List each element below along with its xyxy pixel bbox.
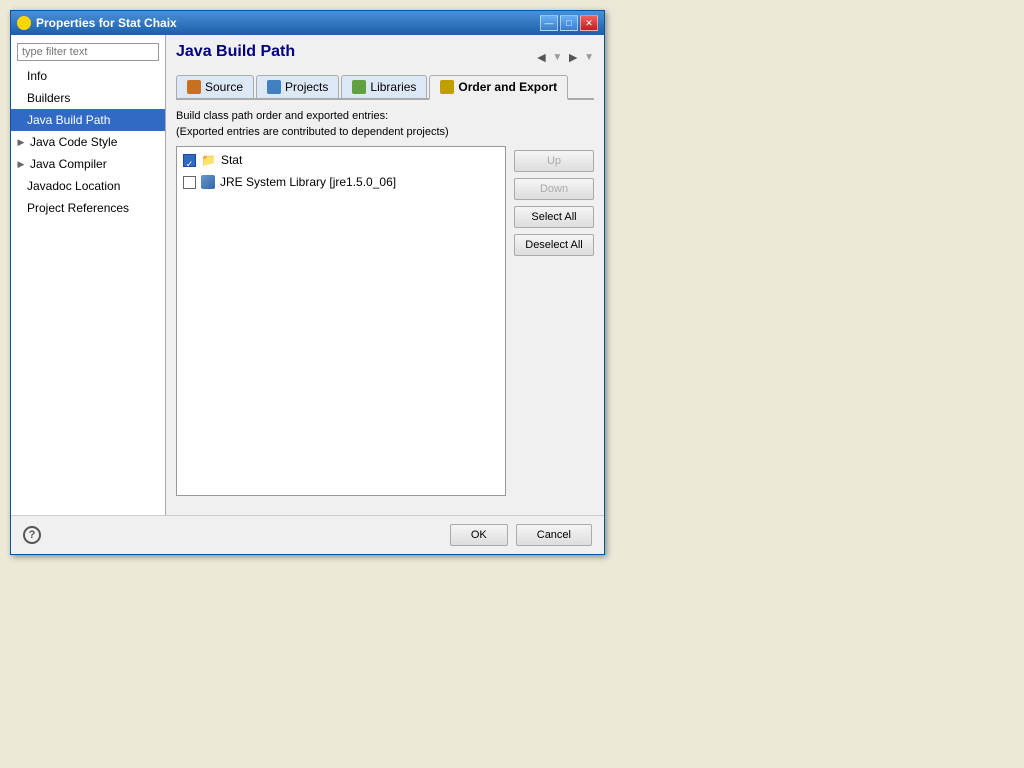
window-icon [17,16,31,30]
description: Build class path order and exported entr… [176,108,594,140]
tab-order-and-export[interactable]: Order and Export [429,75,568,100]
tab-source[interactable]: Source [176,75,254,98]
content-panel: Java Build Path ◄ ▼ ► ▼ Source Projects [166,35,604,515]
sidebar-item-builders[interactable]: Builders [11,87,165,109]
description-line1: Build class path order and exported entr… [176,108,594,124]
tab-projects[interactable]: Projects [256,75,339,98]
close-button[interactable]: ✕ [580,15,598,31]
tab-source-label: Source [205,80,243,94]
panel-container: 📁 Stat JRE System Library [jre1.5.0_06] … [176,146,594,496]
description-line2: (Exported entries are contributed to dep… [176,124,594,140]
sidebar-item-java-compiler[interactable]: ▶ Java Compiler [11,153,165,175]
expand-java-code-style-icon: ▶ [15,133,27,151]
builders-label: Builders [27,89,70,107]
maximize-button[interactable]: □ [560,15,578,31]
sidebar-item-project-references[interactable]: Project References [11,197,165,219]
tabs: Source Projects Libraries Order and Expo… [176,75,594,100]
nav-back-icon[interactable]: ◄ [534,49,548,65]
stat-folder-icon: 📁 [201,151,216,169]
tab-projects-label: Projects [285,80,328,94]
deselect-all-button[interactable]: Deselect All [514,234,594,256]
java-build-path-label: Java Build Path [27,111,110,129]
properties-dialog: Properties for Stat Chaix — □ ✕ Info Bui… [10,10,605,555]
sidebar-item-info[interactable]: Info [11,65,165,87]
source-tab-icon [187,80,201,94]
libraries-tab-icon [352,80,366,94]
sidebar: Info Builders Java Build Path ▶ Java Cod… [11,35,166,515]
nav-separator: ▼ [552,52,562,63]
tab-libraries[interactable]: Libraries [341,75,427,98]
content-header: Java Build Path ◄ ▼ ► ▼ [176,43,594,69]
ok-button[interactable]: OK [450,524,508,546]
bottom-bar: ? OK Cancel [11,515,604,554]
stat-label: Stat [221,151,242,169]
window-title: Properties for Stat Chaix [36,16,177,30]
content-title: Java Build Path [176,43,295,61]
sidebar-item-java-build-path[interactable]: Java Build Path [11,109,165,131]
dialog-buttons: OK Cancel [450,524,592,546]
select-all-button[interactable]: Select All [514,206,594,228]
classpath-list[interactable]: 📁 Stat JRE System Library [jre1.5.0_06] [176,146,506,496]
order-tab-icon [440,80,454,94]
main-area: Info Builders Java Build Path ▶ Java Cod… [11,35,604,515]
action-buttons: Up Down Select All Deselect All [514,146,594,496]
title-bar: Properties for Stat Chaix — □ ✕ [11,11,604,35]
info-label: Info [27,67,47,85]
java-code-style-label: Java Code Style [30,133,117,151]
tab-libraries-label: Libraries [370,80,416,94]
title-bar-left: Properties for Stat Chaix [17,16,177,30]
project-references-label: Project References [27,199,129,217]
tab-order-label: Order and Export [458,80,557,94]
filter-input[interactable] [17,43,159,61]
jre-library-icon [201,175,215,189]
nav-forward-separator: ▼ [584,52,594,63]
stat-checkbox[interactable] [183,154,196,167]
down-button[interactable]: Down [514,178,594,200]
expand-java-compiler-icon: ▶ [15,155,27,173]
cancel-button[interactable]: Cancel [516,524,592,546]
java-compiler-label: Java Compiler [30,155,107,173]
sidebar-item-javadoc-location[interactable]: Javadoc Location [11,175,165,197]
projects-tab-icon [267,80,281,94]
help-button[interactable]: ? [23,526,41,544]
list-item-jre[interactable]: JRE System Library [jre1.5.0_06] [179,171,503,193]
title-bar-controls: — □ ✕ [540,15,598,31]
list-item-stat[interactable]: 📁 Stat [179,149,503,171]
minimize-button[interactable]: — [540,15,558,31]
nav-forward-icon[interactable]: ► [566,49,580,65]
up-button[interactable]: Up [514,150,594,172]
jre-label: JRE System Library [jre1.5.0_06] [220,173,396,191]
jre-checkbox[interactable] [183,176,196,189]
javadoc-location-label: Javadoc Location [27,177,120,195]
sidebar-item-java-code-style[interactable]: ▶ Java Code Style [11,131,165,153]
